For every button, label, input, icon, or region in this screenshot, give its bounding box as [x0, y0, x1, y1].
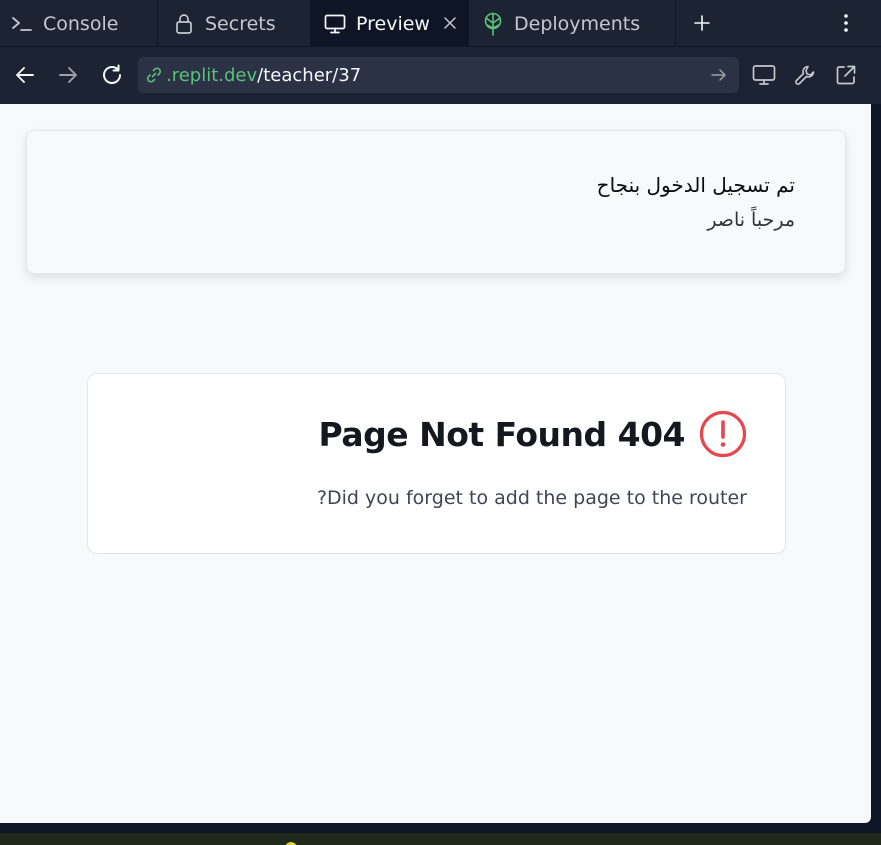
preview-viewport: تم تسجيل الدخول بنجاح مرحباً ناصر Page N… [0, 104, 871, 823]
terminal-icon [10, 12, 34, 36]
deployments-icon [481, 12, 505, 36]
preview-toolbar: .replit.dev/teacher/37 [0, 47, 881, 104]
open-new-tab-icon[interactable] [833, 62, 859, 88]
window-gutter [871, 104, 881, 845]
tab-label: Preview [356, 12, 430, 35]
card-header: Page Not Found 404 [319, 410, 747, 458]
devtools-wrench-icon[interactable] [792, 62, 818, 88]
bottom-status-strip [0, 823, 881, 845]
forward-arrow-icon[interactable] [55, 62, 81, 88]
error-message: ?Did you forget to add the page to the r… [316, 487, 747, 509]
alert-circle-icon [699, 410, 747, 458]
monitor-icon [323, 12, 347, 36]
tab-bar: Console Secrets Preview Deployments [0, 0, 881, 47]
tab-secrets[interactable]: Secrets [158, 0, 311, 47]
tab-console[interactable]: Console [0, 0, 158, 47]
status-bar-edge [0, 833, 881, 845]
url-path: /teacher/37 [257, 64, 362, 86]
page-title: Page Not Found 404 [318, 414, 686, 454]
lock-icon [172, 12, 196, 36]
more-options-icon[interactable] [834, 11, 858, 35]
not-found-card: Page Not Found 404 ?Did you forget to ad… [87, 373, 786, 554]
link-icon [144, 65, 164, 85]
tab-label: Console [43, 12, 119, 35]
add-tab-button[interactable] [690, 11, 714, 35]
tab-label: Secrets [205, 12, 276, 35]
url-bar[interactable]: .replit.dev/teacher/37 [138, 57, 739, 93]
login-toast[interactable]: تم تسجيل الدخول بنجاح مرحباً ناصر [26, 130, 846, 274]
reload-icon[interactable] [99, 62, 125, 88]
toast-message: مرحباً ناصر [707, 209, 795, 231]
devices-icon[interactable] [751, 62, 777, 88]
tab-label: Deployments [514, 12, 641, 35]
tab-deployments[interactable]: Deployments [469, 0, 676, 47]
close-icon[interactable] [440, 12, 460, 34]
toast-title: تم تسجيل الدخول بنجاح [596, 173, 795, 197]
url-domain: .replit.dev [166, 64, 258, 86]
go-arrow-icon[interactable] [709, 65, 729, 85]
back-arrow-icon[interactable] [12, 62, 38, 88]
tab-preview[interactable]: Preview [311, 0, 469, 47]
